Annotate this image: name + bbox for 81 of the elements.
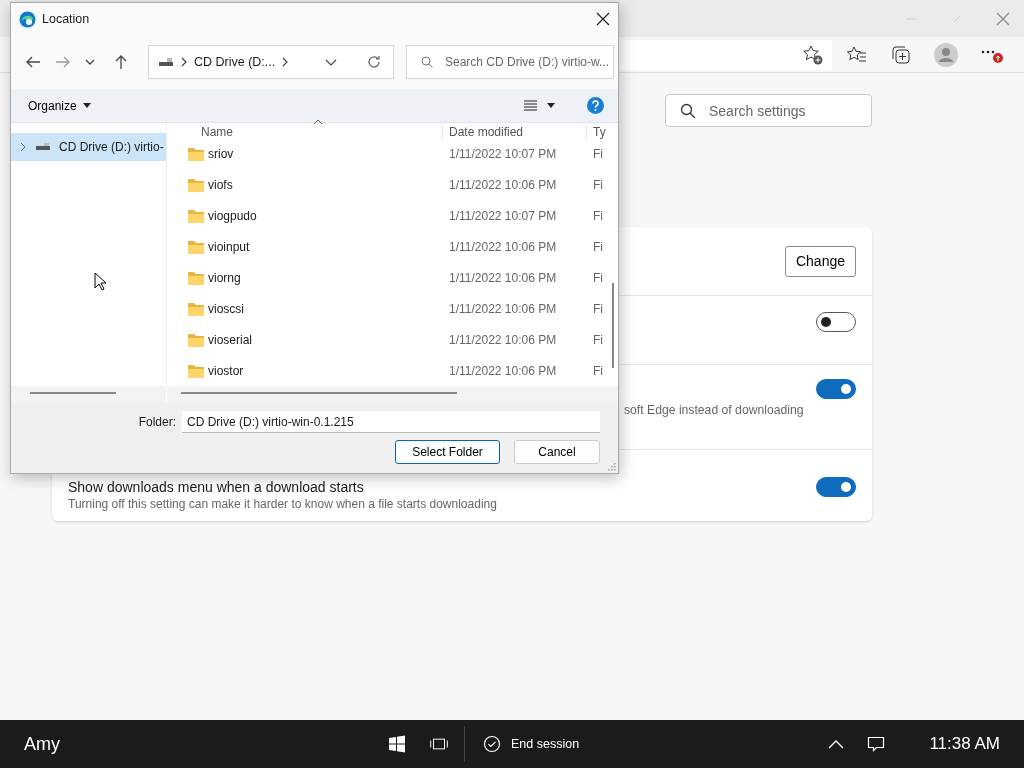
search-field[interactable]: Search settings: [665, 94, 872, 127]
folder-icon: [188, 363, 204, 378]
chevron-right-icon[interactable]: [19, 142, 27, 152]
folder-icon: [188, 147, 204, 162]
file-name[interactable]: vioserial: [208, 332, 252, 347]
user-name: Amy: [24, 733, 60, 755]
setting-title: Show downloads menu when a download starts: [68, 478, 365, 495]
close-icon[interactable]: [596, 12, 610, 26]
file-name[interactable]: viofs: [208, 178, 233, 193]
setting-description: Turning off this setting can make it harder to know when a file starts downloading: [68, 497, 497, 511]
search-icon: [421, 56, 433, 68]
column-header[interactable]: Name: [173, 125, 442, 139]
file-type: Fi: [592, 240, 604, 255]
file-date: 1/11/2022 10:06 PM: [448, 332, 558, 347]
refresh-icon[interactable]: [367, 55, 381, 69]
avatar-icon[interactable]: [934, 42, 958, 67]
organize-menu[interactable]: Organize: [28, 98, 91, 113]
browser-logo-icon: [19, 10, 36, 28]
drive-icon: [35, 142, 51, 152]
chevron-down-icon[interactable]: [325, 57, 337, 67]
change-button[interactable]: Change: [784, 245, 856, 277]
file-type: Fi: [592, 363, 604, 378]
file-date: 1/11/2022 10:06 PM: [448, 270, 558, 285]
resize-grip-icon[interactable]: [608, 463, 616, 471]
file-name[interactable]: viogpudo: [208, 209, 257, 224]
windows-icon[interactable]: [388, 735, 406, 753]
chevron-right-icon: [281, 57, 290, 67]
end-session-button[interactable]: End session: [483, 735, 580, 753]
file-type: Fi: [592, 301, 604, 316]
scrollbar-thumb[interactable]: [181, 392, 457, 394]
file-date: 1/11/2022 10:07 PM: [448, 209, 558, 224]
file-name[interactable]: viostor: [208, 363, 244, 378]
toggle-switch[interactable]: [816, 477, 856, 497]
caret-icon[interactable]: [547, 103, 555, 108]
file-name[interactable]: sriov: [208, 147, 234, 162]
folder-icon: [188, 209, 204, 224]
search-icon: [680, 102, 696, 119]
column-header[interactable]: Date modified: [442, 125, 586, 139]
folder-icon: [188, 270, 204, 285]
scrollbar-thumb[interactable]: [612, 283, 614, 368]
file-type: Fi: [592, 147, 604, 162]
folder-icon: [188, 178, 204, 193]
file-name[interactable]: vioinput: [208, 240, 250, 255]
scrollbar-thumb[interactable]: [30, 392, 116, 394]
file-type: Fi: [592, 209, 604, 224]
toggle-switch[interactable]: [816, 379, 856, 399]
column-header[interactable]: Ty: [586, 125, 618, 139]
folder-icon: [188, 332, 204, 347]
file-date: 1/11/2022 10:07 PM: [448, 147, 558, 162]
folder-icon: [188, 301, 204, 316]
dialog-button[interactable]: Cancel: [514, 440, 600, 464]
dialog-title: Location: [42, 12, 90, 26]
collections-icon[interactable]: [890, 43, 912, 66]
file-date: 1/11/2022 10:06 PM: [448, 301, 558, 316]
file-date: 1/11/2022 10:06 PM: [448, 240, 558, 255]
toggle-switch[interactable]: [816, 312, 856, 332]
search-field[interactable]: Search CD Drive (D:) virtio-w...: [406, 45, 614, 79]
star-plus-icon[interactable]: [802, 43, 824, 66]
drive-icon: [158, 56, 174, 68]
file-type: Fi: [592, 332, 604, 347]
list-view-icon[interactable]: [524, 100, 537, 111]
file-date: 1/11/2022 10:06 PM: [448, 178, 558, 193]
cursor-icon: [94, 272, 107, 291]
dialog-button[interactable]: Select Folder: [395, 440, 500, 464]
file-date: 1/11/2022 10:06 PM: [448, 363, 558, 378]
folder-icon: [188, 240, 204, 255]
help-icon[interactable]: [587, 97, 604, 114]
chevron-right-icon: [180, 57, 188, 67]
folder-label: Folder:: [138, 415, 176, 429]
file-name[interactable]: vioscsi: [208, 301, 244, 316]
address-bar[interactable]: CD Drive (D:...: [148, 45, 394, 79]
nav-item[interactable]: CD Drive (D:) virtio-: [11, 133, 166, 161]
notification-icon[interactable]: [867, 735, 886, 753]
check-circle-icon: [483, 735, 501, 753]
clock[interactable]: 11:38 AM: [929, 734, 1000, 754]
caret-icon: [82, 103, 91, 108]
folder-field[interactable]: CD Drive (D:) virtio-win-0.1.215: [182, 411, 600, 433]
file-name[interactable]: viorng: [208, 270, 241, 285]
setting-description: soft Edge instead of downloading: [624, 403, 804, 417]
file-type: Fi: [592, 178, 604, 193]
file-type: Fi: [592, 270, 604, 285]
